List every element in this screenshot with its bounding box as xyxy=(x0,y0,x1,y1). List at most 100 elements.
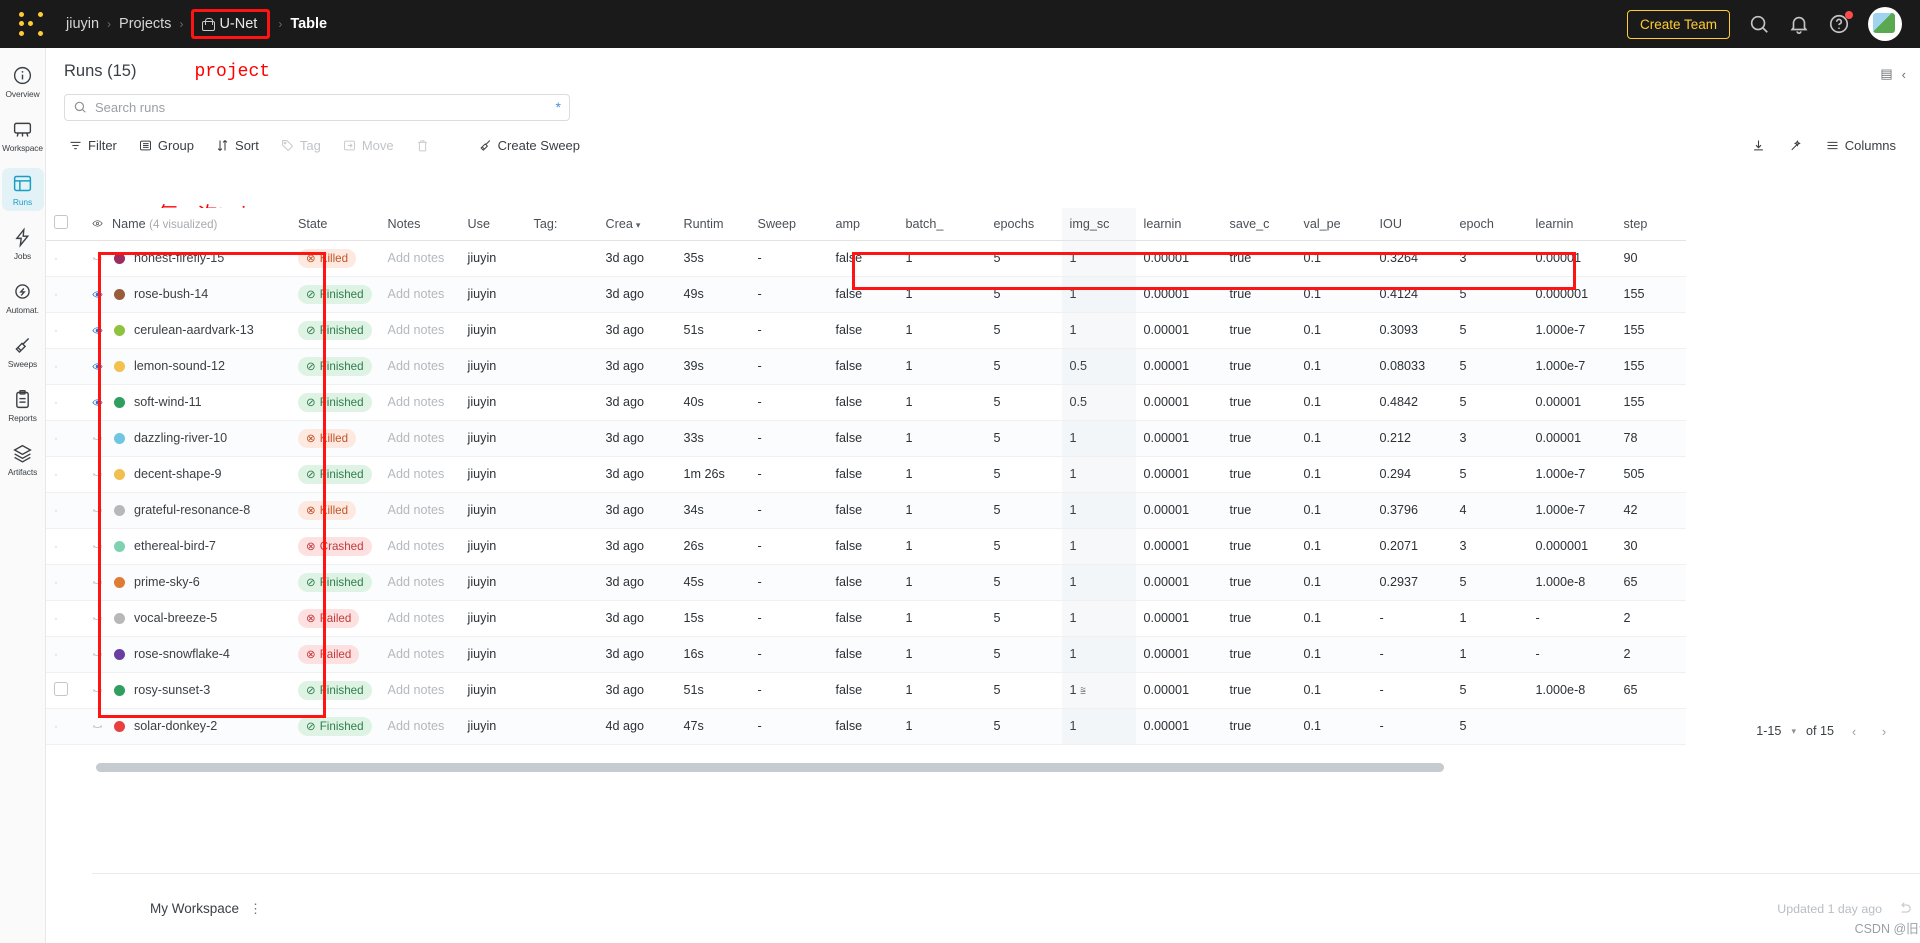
row-drag-handle[interactable]: · xyxy=(54,647,58,661)
table-row[interactable]: · grateful-resonance-8 ⊗ Killed Add notes jiu… xyxy=(46,492,1686,529)
row-drag-handle[interactable]: · xyxy=(54,395,58,409)
run-name-cell[interactable]: ethereal-bird-7 xyxy=(82,528,290,565)
row-drag-handle[interactable]: · xyxy=(54,287,58,301)
move-button[interactable]: Move xyxy=(334,133,402,158)
run-notes-cell[interactable]: Add notes xyxy=(379,636,460,673)
run-name-cell[interactable]: rosy-sunset-3 xyxy=(82,672,290,709)
row-drag-handle[interactable]: · xyxy=(54,431,58,445)
column-header-state[interactable]: State xyxy=(290,208,380,241)
sidebar-item-overview[interactable]: Overview xyxy=(2,60,44,103)
run-notes-cell[interactable]: Add notes xyxy=(379,420,460,457)
table-row[interactable]: · ethereal-bird-7 ⊗ Crashed Add notes jiuyin 3… xyxy=(46,528,1686,565)
table-row[interactable]: · dazzling-river-10 ⊗ Killed Add notes jiuyin… xyxy=(46,420,1686,457)
run-notes-cell[interactable]: Add notes xyxy=(379,708,460,745)
regex-toggle-icon[interactable]: * xyxy=(556,99,561,115)
add-notes-link[interactable]: Add notes xyxy=(388,287,445,301)
column-header-savec[interactable]: save_c xyxy=(1221,208,1296,241)
table-row[interactable]: · rose-bush-14 ⊘ Finished Add notes jiuyin 3d … xyxy=(46,276,1686,313)
row-checkbox-cell[interactable] xyxy=(46,672,82,709)
page-range[interactable]: 1-15 xyxy=(1756,724,1781,738)
run-name-cell[interactable]: soft-wind-11 xyxy=(82,384,290,421)
sidebar-item-sweeps[interactable]: Sweeps xyxy=(2,330,44,373)
add-notes-link[interactable]: Add notes xyxy=(388,503,445,517)
run-name-cell[interactable]: lemon-sound-12 xyxy=(82,348,290,385)
row-drag-handle[interactable]: · xyxy=(54,251,58,265)
run-name-cell[interactable]: rose-bush-14 xyxy=(82,276,290,313)
eye-off-icon[interactable] xyxy=(90,613,105,624)
eye-off-icon[interactable] xyxy=(90,505,105,516)
layout-toggle-icon[interactable]: ▤ xyxy=(1880,66,1892,82)
column-header-lr2[interactable]: learnin xyxy=(1527,208,1616,241)
row-checkbox-cell[interactable]: · xyxy=(46,456,82,493)
run-notes-cell[interactable]: Add notes xyxy=(379,312,460,349)
row-checkbox-cell[interactable]: · xyxy=(46,276,82,313)
row-drag-handle[interactable]: · xyxy=(54,323,58,337)
add-notes-link[interactable]: Add notes xyxy=(388,611,445,625)
row-checkbox-cell[interactable]: · xyxy=(46,420,82,457)
help-icon[interactable] xyxy=(1828,11,1853,35)
eye-off-icon[interactable] xyxy=(90,541,105,552)
row-checkbox-cell[interactable]: · xyxy=(46,528,82,565)
bell-icon[interactable] xyxy=(1788,13,1810,35)
row-checkbox-cell[interactable]: · xyxy=(46,384,82,421)
next-page-button[interactable]: › xyxy=(1874,721,1894,741)
eye-off-icon[interactable] xyxy=(90,721,105,732)
add-notes-link[interactable]: Add notes xyxy=(388,323,445,337)
row-checkbox-cell[interactable]: · xyxy=(46,240,82,277)
run-name-cell[interactable]: honest-firefly-15 xyxy=(82,240,290,277)
add-notes-link[interactable]: Add notes xyxy=(388,575,445,589)
column-header-batch[interactable]: batch_ xyxy=(897,208,986,241)
group-button[interactable]: Group xyxy=(130,133,202,158)
search-input[interactable] xyxy=(64,94,570,121)
breadcrumb-projects[interactable]: Projects xyxy=(119,16,171,32)
run-notes-cell[interactable]: Add notes xyxy=(379,672,460,709)
row-checkbox-cell[interactable]: · xyxy=(46,348,82,385)
eye-off-icon[interactable] xyxy=(90,433,105,444)
table-row[interactable]: · prime-sky-6 ⊘ Finished Add notes jiuyin 3d a… xyxy=(46,564,1686,601)
row-drag-handle[interactable]: · xyxy=(54,467,58,481)
filter-column-icon[interactable]: ⩰ xyxy=(1080,686,1086,697)
avatar[interactable] xyxy=(1868,7,1902,41)
add-notes-link[interactable]: Add notes xyxy=(388,683,445,697)
search-icon[interactable] xyxy=(1748,13,1770,35)
table-row[interactable]: · honest-firefly-15 ⊗ Killed Add notes jiuyin… xyxy=(46,240,1686,277)
sort-caret-icon[interactable]: ▾ xyxy=(636,220,641,230)
row-drag-handle[interactable]: · xyxy=(54,611,58,625)
run-name-cell[interactable]: cerulean-aardvark-13 xyxy=(82,312,290,349)
download-button[interactable] xyxy=(1743,133,1774,158)
row-checkbox-cell[interactable]: · xyxy=(46,708,82,745)
column-header-tags[interactable]: Tag: xyxy=(525,208,598,241)
run-name-cell[interactable]: prime-sky-6 xyxy=(82,564,290,601)
row-checkbox-cell[interactable]: · xyxy=(46,564,82,601)
undo-icon[interactable] xyxy=(1896,900,1913,917)
row-drag-handle[interactable]: · xyxy=(54,575,58,589)
create-sweep-button[interactable]: Create Sweep xyxy=(470,133,588,158)
breadcrumb-entity[interactable]: jiuyin xyxy=(66,16,99,32)
run-notes-cell[interactable]: Add notes xyxy=(379,384,460,421)
column-header-runtime[interactable]: Runtim xyxy=(675,208,750,241)
table-row[interactable]: · lemon-sound-12 ⊘ Finished Add notes jiuyin 3… xyxy=(46,348,1686,385)
run-notes-cell[interactable]: Add notes xyxy=(379,240,460,277)
row-checkbox-cell[interactable]: · xyxy=(46,492,82,529)
scrollbar-thumb[interactable] xyxy=(96,763,1444,772)
run-notes-cell[interactable]: Add notes xyxy=(379,564,460,601)
run-notes-cell[interactable]: Add notes xyxy=(379,348,460,385)
column-header-epoch[interactable]: epoch xyxy=(1451,208,1528,241)
row-drag-handle[interactable]: · xyxy=(54,359,58,373)
column-header-user[interactable]: Use xyxy=(459,208,526,241)
select-all-checkbox-input[interactable] xyxy=(54,215,68,230)
row-checkbox-cell[interactable]: · xyxy=(46,312,82,349)
column-header-amp[interactable]: amp xyxy=(827,208,898,241)
create-team-button[interactable]: Create Team xyxy=(1626,9,1730,39)
add-notes-link[interactable]: Add notes xyxy=(388,647,445,661)
row-drag-handle[interactable]: · xyxy=(54,503,58,517)
row-checkbox-cell[interactable]: · xyxy=(46,600,82,637)
column-header-name[interactable]: Name (4 visualized) xyxy=(82,208,290,241)
select-all-checkbox[interactable] xyxy=(46,208,82,241)
sidebar-item-artifacts[interactable]: Artifacts xyxy=(2,438,44,481)
run-notes-cell[interactable]: Add notes xyxy=(379,276,460,313)
column-header-imgsc[interactable]: img_sc xyxy=(1061,208,1136,241)
run-name-cell[interactable]: vocal-breeze-5 xyxy=(82,600,290,637)
run-name-cell[interactable]: rose-snowflake-4 xyxy=(82,636,290,673)
table-row[interactable]: · solar-donkey-2 ⊘ Finished Add notes jiuyin 4… xyxy=(46,708,1686,745)
